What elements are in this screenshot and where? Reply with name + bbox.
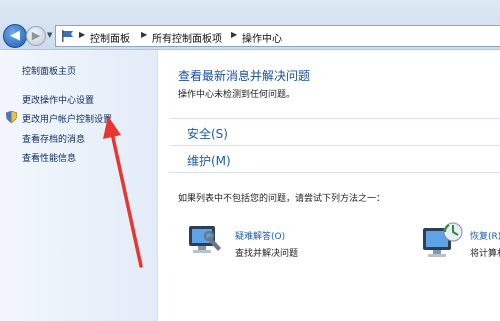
uac-shield-icon <box>6 111 17 123</box>
divider <box>169 172 500 173</box>
recovery-icon[interactable] <box>421 220 463 260</box>
chevron-right-icon[interactable]: ▶ <box>231 30 237 39</box>
main-content: 查看最新消息并解决问题 操作中心未检测到任何问题。 安全(S) 维护(M) 如果… <box>159 50 500 321</box>
breadcrumb[interactable]: ▶ 控制面板 ▶ 所有控制面板项 ▶ 操作中心 <box>55 25 500 47</box>
sidebar-item-view-archived-messages[interactable]: 查看存档的消息 <box>22 132 85 145</box>
breadcrumb-item-all-items[interactable]: 所有控制面板项 <box>152 30 222 45</box>
arrow-left-icon: ◀ <box>10 28 20 43</box>
breadcrumb-item-control-panel[interactable]: 控制面板 <box>90 30 130 45</box>
sidebar-item-change-action-center-settings[interactable]: 更改操作中心设置 <box>22 93 94 106</box>
forward-button[interactable]: ▶ <box>26 26 46 46</box>
section-security[interactable]: 安全(S) <box>169 118 500 145</box>
sidebar-item-view-performance-info[interactable]: 查看性能信息 <box>22 151 76 164</box>
troubleshooting-link[interactable]: 疑难解答(O) <box>235 229 285 242</box>
recovery-link[interactable]: 恢复(R) <box>470 229 500 242</box>
left-nav-pane: 控制面板主页 更改操作中心设置 更改用户帐户控制设置 查看存档的消息 查看性能信… <box>0 50 158 321</box>
troubleshoot-hint: 如果列表中不包括您的问题，请尝试下列方法之一： <box>178 194 386 204</box>
back-button[interactable]: ◀ <box>3 24 27 48</box>
chevron-right-icon[interactable]: ▶ <box>79 30 85 39</box>
action-center-flag-icon <box>62 30 73 42</box>
troubleshooting-description: 查找并解决问题 <box>235 249 299 259</box>
chevron-right-icon[interactable]: ▶ <box>141 30 147 39</box>
section-maintenance-label[interactable]: 维护(M) <box>187 152 231 169</box>
recent-pages-dropdown[interactable]: ▼ <box>47 31 52 39</box>
sidebar-home-link[interactable]: 控制面板主页 <box>22 64 76 77</box>
page-title: 查看最新消息并解决问题 <box>178 69 311 83</box>
troubleshooting-icon[interactable] <box>187 222 223 256</box>
sidebar-item-change-uac-settings[interactable]: 更改用户帐户控制设置 <box>22 112 112 125</box>
section-maintenance[interactable]: 维护(M) <box>169 145 500 172</box>
breadcrumb-item-action-center[interactable]: 操作中心 <box>242 30 282 45</box>
address-bar: ◀ ▶ ▼ ▶ 控制面板 ▶ 所有控制面板项 ▶ 操作中心 <box>0 0 500 50</box>
section-security-label[interactable]: 安全(S) <box>187 125 228 142</box>
arrow-right-icon: ▶ <box>31 29 41 42</box>
recovery-description: 将计算机 <box>470 249 500 259</box>
status-message: 操作中心未检测到任何问题。 <box>178 90 296 100</box>
